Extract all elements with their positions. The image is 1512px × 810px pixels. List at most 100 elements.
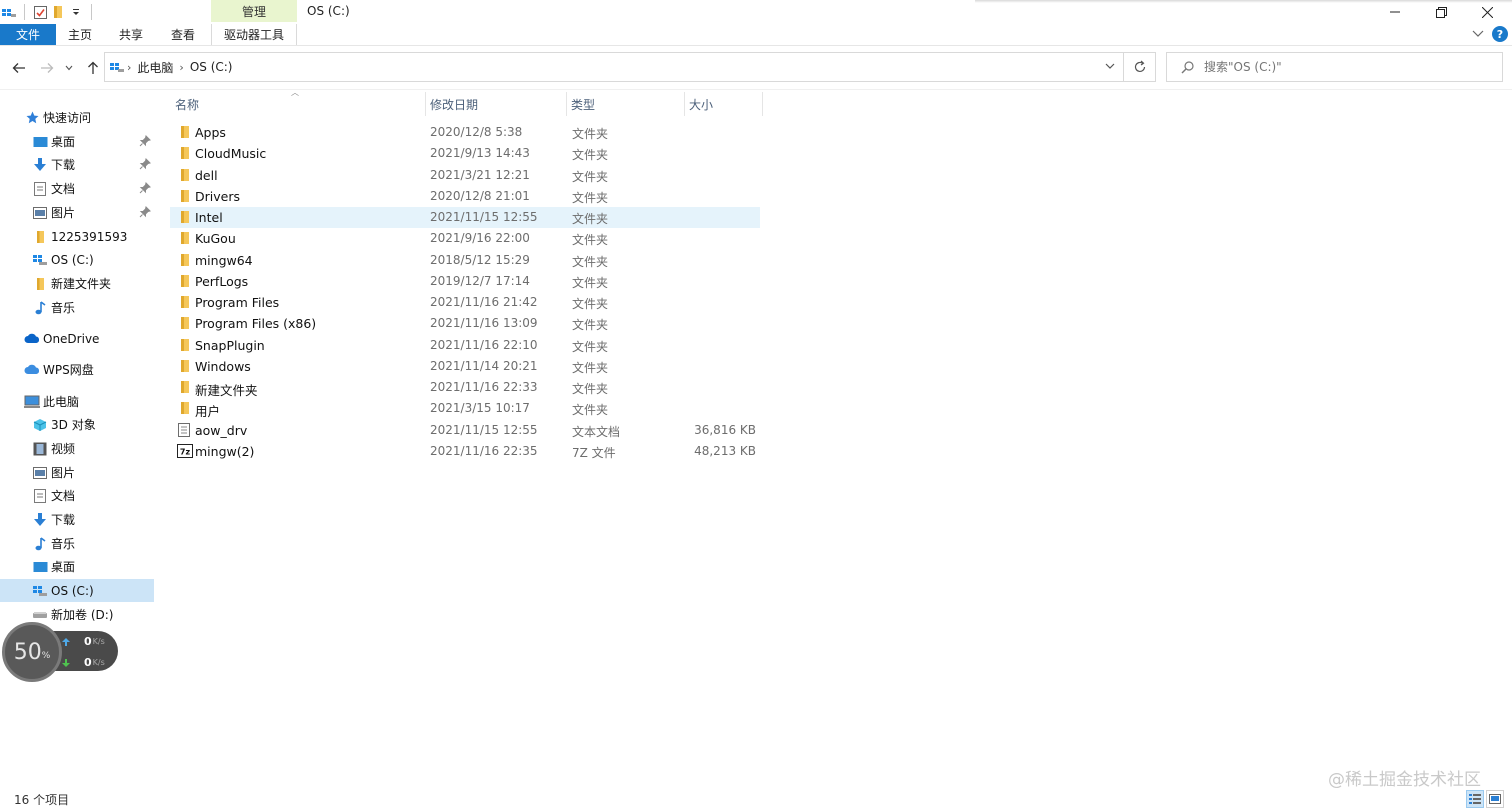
- nav-pc-3d-objects[interactable]: 3D 对象: [0, 413, 154, 436]
- nav-quick-new-folder[interactable]: 新建文件夹: [0, 272, 154, 295]
- nav-label: 3D 对象: [51, 418, 96, 432]
- new-folder-icon[interactable]: [49, 3, 67, 21]
- file-name: mingw64: [195, 252, 253, 268]
- file-row[interactable]: 7z mingw(2) 2021/11/16 22:35 7Z 文件 48,213 KB: [170, 441, 760, 462]
- nav-pc-videos[interactable]: 视频: [0, 437, 154, 460]
- properties-checkbox-icon[interactable]: [31, 3, 49, 21]
- column-header-type[interactable]: 类型: [566, 92, 684, 116]
- minimize-button[interactable]: [1372, 0, 1418, 24]
- refresh-button[interactable]: [1124, 52, 1156, 82]
- breadcrumb-separator-icon[interactable]: ›: [179, 61, 183, 74]
- file-date: 2021/11/15 12:55: [430, 210, 538, 224]
- large-icons-view-button[interactable]: [1486, 790, 1504, 808]
- nav-quick-folder-1225391593[interactable]: 1225391593: [0, 225, 154, 248]
- nav-quick-documents[interactable]: 文档: [0, 177, 154, 200]
- file-name: KuGou: [195, 231, 236, 247]
- recent-locations-button[interactable]: [63, 60, 75, 76]
- address-bar[interactable]: › 此电脑 › OS (C:): [104, 52, 1124, 82]
- nav-label: 快速访问: [43, 111, 92, 125]
- help-icon[interactable]: ?: [1492, 26, 1508, 42]
- nav-pc-pictures[interactable]: 图片: [0, 461, 154, 484]
- search-box[interactable]: [1166, 52, 1503, 82]
- refresh-icon: [1134, 60, 1145, 73]
- tab-drive-tools[interactable]: 驱动器工具: [211, 24, 297, 45]
- nav-label: 新加卷 (D:): [51, 608, 114, 622]
- column-header-name[interactable]: 名称: [170, 92, 425, 116]
- file-row[interactable]: PerfLogs 2019/12/7 17:14 文件夹: [170, 271, 760, 292]
- file-row[interactable]: SnapPlugin 2021/11/16 22:10 文件夹: [170, 335, 760, 356]
- nav-quick-os-c[interactable]: OS (C:): [0, 248, 154, 271]
- file-row[interactable]: 新建文件夹 2021/11/16 22:33 文件夹: [170, 377, 760, 398]
- folder-icon: [32, 229, 48, 245]
- file-date: 2021/11/14 20:21: [430, 358, 538, 373]
- text-file-icon: [177, 422, 191, 437]
- pin-icon: [139, 135, 151, 147]
- column-header-size[interactable]: 大小: [684, 92, 762, 116]
- file-row[interactable]: mingw64 2018/5/12 15:29 文件夹: [170, 250, 760, 271]
- download-arrow-icon: [62, 658, 70, 667]
- expand-ribbon-chevron-icon[interactable]: [1472, 27, 1484, 41]
- tab-share[interactable]: 共享: [106, 24, 156, 45]
- breadcrumb-this-pc[interactable]: 此电脑: [137, 59, 173, 76]
- up-button[interactable]: [84, 60, 102, 76]
- nav-pc-downloads[interactable]: 下载: [0, 508, 154, 531]
- file-date: 2021/11/15 12:55: [430, 422, 538, 437]
- nav-onedrive[interactable]: OneDrive: [0, 327, 154, 350]
- file-row[interactable]: Apps 2020/12/8 5:38 文件夹: [170, 122, 760, 143]
- drive-c-icon: [32, 252, 48, 268]
- upload-unit: K/s: [92, 637, 105, 646]
- nav-quick-pictures[interactable]: 图片: [0, 201, 154, 224]
- nav-pc-os-c[interactable]: OS (C:): [0, 579, 154, 602]
- file-name: Drivers: [195, 188, 240, 204]
- file-row[interactable]: Program Files (x86) 2021/11/16 13:09 文件夹: [170, 313, 760, 334]
- search-input[interactable]: [1204, 60, 1484, 74]
- file-date: 2021/9/13 14:43: [430, 146, 530, 161]
- file-date: 2021/11/16 21:42: [430, 295, 538, 309]
- file-row[interactable]: Drivers 2020/12/8 21:01 文件夹: [170, 186, 760, 207]
- breadcrumb-separator-icon[interactable]: ›: [127, 61, 131, 74]
- nav-quick-music[interactable]: 音乐: [0, 296, 154, 319]
- file-row[interactable]: 用户 2021/3/15 10:17 文件夹: [170, 398, 760, 419]
- column-header-date[interactable]: 修改日期: [425, 92, 566, 116]
- this-pc-drive-icon: [109, 60, 125, 74]
- restore-button[interactable]: [1418, 0, 1464, 24]
- address-history-dropdown[interactable]: [1105, 61, 1115, 72]
- file-type: 文件夹: [572, 403, 609, 418]
- toolbar-divider: [24, 4, 25, 20]
- nav-quick-access[interactable]: 快速访问: [0, 106, 154, 129]
- tab-view[interactable]: 查看: [158, 24, 208, 45]
- nav-this-pc[interactable]: 此电脑: [0, 390, 154, 413]
- back-button[interactable]: [10, 60, 28, 76]
- file-row[interactable]: CloudMusic 2021/9/13 14:43 文件夹: [170, 143, 760, 164]
- status-item-count: 16 个项目: [14, 793, 70, 807]
- file-row[interactable]: aow_drv 2021/11/15 12:55 文本文档 36,816 KB: [170, 420, 760, 441]
- quick-access-toolbar: [0, 2, 98, 22]
- forward-arrow-icon: [41, 63, 54, 73]
- nav-pc-documents[interactable]: 文档: [0, 484, 154, 507]
- tab-home[interactable]: 主页: [56, 24, 104, 45]
- nav-pc-desktop[interactable]: 桌面: [0, 555, 154, 578]
- column-divider[interactable]: [762, 92, 763, 116]
- back-arrow-icon: [12, 63, 25, 73]
- file-row[interactable]: dell 2021/3/21 12:21 文件夹: [170, 165, 760, 186]
- details-view-button[interactable]: [1466, 790, 1484, 808]
- folder-icon: [177, 189, 191, 203]
- file-type: 文件夹: [572, 360, 609, 375]
- nav-quick-desktop[interactable]: 桌面: [0, 130, 154, 153]
- nav-pc-music[interactable]: 音乐: [0, 532, 154, 555]
- file-row[interactable]: Program Files 2021/11/16 21:42 文件夹: [170, 292, 760, 313]
- file-row[interactable]: Windows 2021/11/14 20:21 文件夹: [170, 356, 760, 377]
- close-button[interactable]: [1464, 0, 1510, 24]
- file-row[interactable]: KuGou 2021/9/16 22:00 文件夹: [170, 228, 760, 249]
- network-speed-widget[interactable]: 0 K/s 0 K/s 50%: [2, 622, 118, 682]
- tab-file[interactable]: 文件: [0, 24, 56, 45]
- ribbon-right-controls: ?: [1472, 26, 1508, 42]
- file-date: 2021/9/16 22:00: [430, 231, 530, 246]
- file-row[interactable]: Intel 2021/11/15 12:55 文件夹: [170, 207, 760, 229]
- nav-quick-downloads[interactable]: 下载: [0, 153, 154, 176]
- forward-button[interactable]: [38, 60, 56, 76]
- customize-toolbar-dropdown-icon[interactable]: [67, 3, 85, 21]
- nav-wps-cloud[interactable]: WPS网盘: [0, 358, 154, 381]
- svg-text:7z: 7z: [180, 447, 191, 456]
- breadcrumb-os-c[interactable]: OS (C:): [190, 60, 233, 74]
